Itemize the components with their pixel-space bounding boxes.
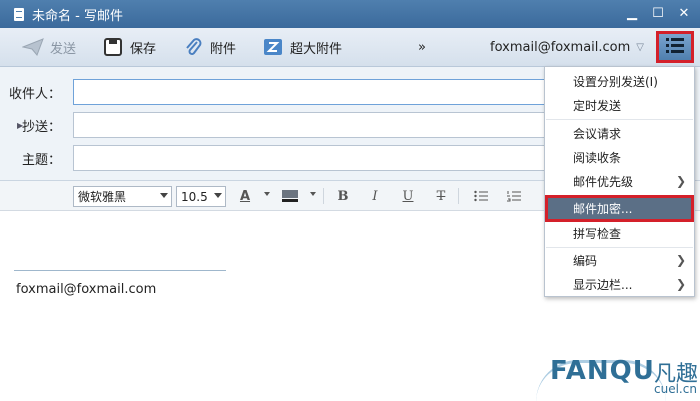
more-options-dropdown: 设置分别发送(I) 定时发送 会议请求 阅读收条 邮件优先级 ❯ 邮件加密... … [544, 66, 695, 297]
account-selector[interactable]: foxmail@foxmail.com ▽ [490, 28, 644, 67]
menu-item-separate-send[interactable]: 设置分别发送(I) [545, 69, 694, 93]
strikethrough-icon[interactable]: T [430, 186, 452, 206]
subject-field[interactable] [73, 145, 545, 171]
menu-item-encoding[interactable]: 编码 ❯ [545, 248, 694, 272]
save-button[interactable]: 保存 [92, 28, 166, 67]
close-icon[interactable]: ✕ [676, 4, 692, 22]
chevron-down-icon: ▽ [636, 42, 644, 53]
subject-row: 主题： [0, 144, 545, 172]
toolbar: 发送 保存 附件 超大附件 » foxmail@foxmail.com ▽ [0, 28, 700, 67]
watermark-logo: FANQU 凡趣 cuel.cn [536, 354, 700, 401]
cc-label: 抄送： [21, 119, 61, 135]
font-family-value: 微软雅黑 [78, 190, 127, 204]
separator [458, 188, 459, 204]
submenu-arrow-icon: ❯ [675, 253, 686, 267]
z-file-icon [262, 36, 284, 58]
more-chevron-icon: » [418, 40, 426, 55]
menu-item-scheduled-send[interactable]: 定时发送 [545, 93, 694, 117]
bullet-list-icon[interactable] [470, 186, 492, 206]
cc-field[interactable] [73, 112, 545, 138]
watermark-brand: FANQU [550, 356, 655, 386]
menu-item-read-receipt[interactable]: 阅读收条 [545, 145, 694, 169]
minimize-icon[interactable]: ▁ [624, 4, 640, 22]
watermark-url: cuel.cn [654, 382, 697, 396]
menu-item-meeting-request[interactable]: 会议请求 [545, 121, 694, 145]
italic-icon[interactable]: I [364, 186, 386, 206]
paperclip-icon [182, 36, 204, 58]
menu-item-priority[interactable]: 邮件优先级 ❯ [545, 169, 694, 193]
send-button[interactable]: 发送 [12, 28, 86, 67]
to-label: 收件人： [8, 86, 61, 102]
font-size-select[interactable]: 10.5 [176, 186, 226, 207]
floppy-disk-icon [102, 36, 124, 58]
menu-separator [546, 119, 693, 120]
underline-icon[interactable]: U [397, 186, 419, 206]
separator [323, 188, 324, 204]
menu-item-spell-check[interactable]: 拼写检查 [545, 221, 694, 245]
bold-icon[interactable]: B [332, 186, 354, 206]
highlight-icon[interactable] [279, 186, 301, 206]
account-email: foxmail@foxmail.com [490, 40, 631, 55]
attachment-button[interactable]: 附件 [172, 28, 246, 67]
submenu-arrow-icon: ❯ [675, 277, 686, 291]
to-field[interactable] [73, 79, 545, 105]
title-bar: 未命名 - 写邮件 ▁ ☐ ✕ [0, 0, 700, 28]
font-dropdown-icon [160, 193, 168, 198]
big-attachment-label: 超大附件 [290, 41, 343, 57]
window-controls: ▁ ☐ ✕ [624, 4, 692, 22]
font-family-select[interactable]: 微软雅黑 [73, 186, 172, 207]
paper-plane-icon [22, 36, 44, 58]
maximize-icon[interactable]: ☐ [650, 4, 666, 22]
send-label: 发送 [50, 41, 77, 57]
font-color-dropdown-icon[interactable] [264, 192, 270, 196]
window-title: 未命名 - 写邮件 [32, 8, 123, 24]
subject-label: 主题： [21, 152, 61, 168]
submenu-arrow-icon: ❯ [675, 174, 686, 188]
menu-item-show-sidebar[interactable]: 显示边栏... ❯ [545, 272, 694, 296]
save-label: 保存 [130, 41, 157, 57]
font-size-value: 10.5 [181, 189, 208, 204]
signature-text: foxmail@foxmail.com [16, 282, 157, 297]
signature-divider [14, 270, 226, 271]
numbered-list-icon[interactable] [503, 186, 525, 206]
big-attachment-button[interactable]: 超大附件 [252, 28, 352, 67]
more-toolbar-button[interactable]: » [418, 28, 426, 67]
list-menu-icon [666, 37, 684, 57]
highlight-dropdown-icon[interactable] [310, 192, 316, 196]
attachment-label: 附件 [210, 41, 237, 57]
cc-row: ▶ 抄送： [0, 111, 545, 139]
more-options-menu-button[interactable] [656, 31, 694, 63]
font-color-icon[interactable]: A [234, 186, 256, 206]
to-row: 收件人： [0, 78, 545, 106]
menu-item-encrypt[interactable]: 邮件加密... [545, 195, 694, 222]
size-dropdown-icon [214, 193, 222, 198]
document-icon [14, 7, 24, 21]
